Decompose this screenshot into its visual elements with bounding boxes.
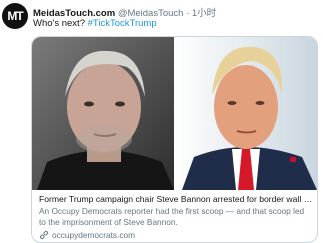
- link-icon: [39, 230, 49, 240]
- separator: ·: [186, 8, 190, 19]
- hashtag-link[interactable]: #TickTockTrump: [88, 18, 157, 29]
- timestamp[interactable]: 1小时: [192, 8, 216, 19]
- card-title[interactable]: Former Trump campaign chair Steve Bannon…: [39, 194, 313, 204]
- tweet-header: MeidasTouch.com @MeidasTouch · 1小时: [33, 5, 216, 19]
- tweet-text-prefix: Who's next?: [33, 18, 88, 29]
- card-description: An Occupy Democrats reporter had the fir…: [39, 206, 305, 227]
- card-domain[interactable]: occupydemocrats.com: [39, 230, 135, 240]
- card-image: [32, 37, 317, 190]
- tweet-text: Who's next? #TickTockTrump: [33, 18, 157, 29]
- avatar[interactable]: MT: [2, 3, 28, 29]
- card-domain-text: occupydemocrats.com: [52, 230, 136, 240]
- link-card[interactable]: Former Trump campaign chair Steve Bannon…: [31, 36, 318, 243]
